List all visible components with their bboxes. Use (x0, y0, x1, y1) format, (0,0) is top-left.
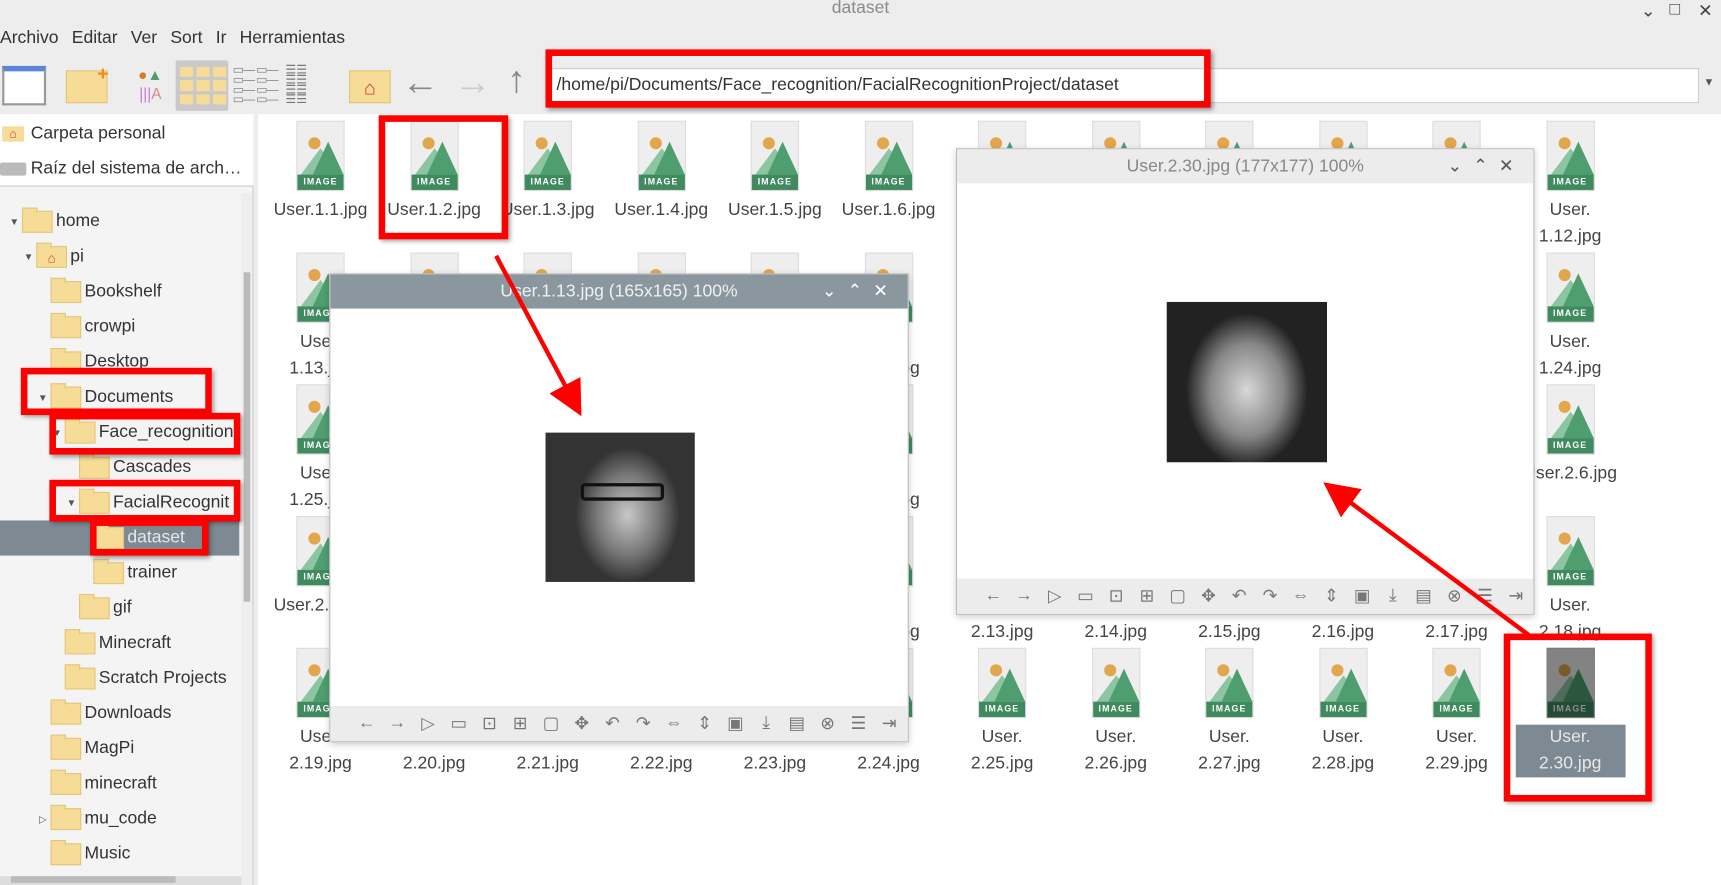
arrow-to-viewer-2 (1323, 482, 1533, 639)
arrow-to-viewer-1 (494, 254, 582, 417)
annotation-arrows (494, 254, 1533, 639)
file-manager-window: dataset ⌄ □ ✕ Archivo Editar Ver Sort Ir… (0, 0, 1721, 885)
